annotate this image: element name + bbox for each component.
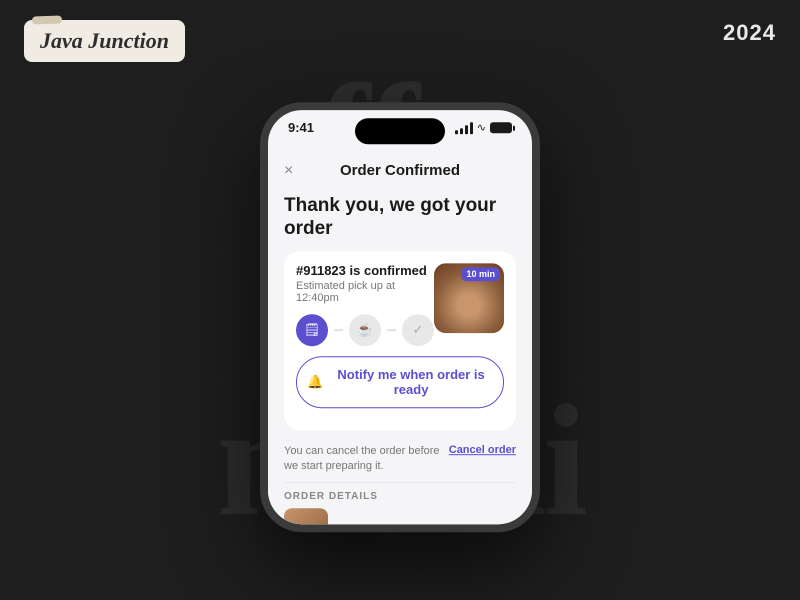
phone-mockup: 9:41 ∿ × Order Confirmed [260, 102, 540, 532]
app-content: Thank you, we got your order #911823 is … [268, 187, 532, 528]
bell-icon: 🔔 [307, 374, 323, 390]
status-icons: ∿ [455, 121, 512, 134]
step-line-2 [387, 329, 396, 331]
order-card: #911823 is confirmed Estimated pick up a… [284, 251, 516, 430]
year-label: 2024 [723, 20, 776, 46]
screen-title: Order Confirmed [340, 162, 460, 179]
app-header: × Order Confirmed [268, 154, 532, 187]
item-price: $ 3.5 [487, 523, 516, 528]
step-line-1 [334, 329, 343, 331]
cancel-info-text: You can cancel the order before we start… [284, 444, 449, 475]
step-order-icon: 🗒 [304, 322, 321, 338]
step-prep: ☕ [349, 314, 381, 346]
dynamic-island [355, 118, 445, 144]
thank-you-heading: Thank you, we got your order [284, 195, 516, 241]
wifi-icon: ∿ [477, 121, 486, 134]
order-number: #911823 is confirmed [296, 263, 434, 278]
cancel-section: You can cancel the order before we start… [284, 440, 516, 484]
notify-button[interactable]: 🔔 Notify me when order is ready [296, 356, 504, 408]
cancel-order-link[interactable]: Cancel order [449, 444, 516, 456]
close-button[interactable]: × [284, 162, 293, 180]
progress-steps: 🗒 ☕ ✓ [296, 314, 434, 346]
logo-badge: Java Junction [24, 20, 185, 62]
phone-screen: × Order Confirmed Thank you, we got your… [268, 154, 532, 528]
step-order: 🗒 [296, 314, 328, 346]
item-name: Cappuccino [336, 523, 479, 528]
step-ready: ✓ [402, 314, 434, 346]
notify-label: Notify me when order is ready [329, 367, 493, 397]
step-ready-icon: ✓ [413, 322, 424, 338]
battery-icon [490, 122, 512, 133]
time-badge: 10 min [461, 267, 500, 281]
header: Java Junction 2024 [0, 0, 800, 82]
order-details-section: ORDER DETAILS Cappuccino $ 3.5 [284, 492, 516, 529]
status-bar-area: 9:41 ∿ [268, 110, 532, 154]
logo-text: Java Junction [40, 28, 169, 53]
phone-frame: 9:41 ∿ × Order Confirmed [260, 102, 540, 532]
order-pickup: Estimated pick up at 12:40pm [296, 280, 434, 304]
status-time: 9:41 [288, 120, 314, 135]
coffee-image: 10 min [434, 263, 504, 333]
order-card-inner: #911823 is confirmed Estimated pick up a… [296, 263, 504, 346]
signal-icon [455, 122, 473, 134]
order-item-row: Cappuccino $ 3.5 [284, 509, 516, 529]
item-thumbnail [284, 509, 328, 529]
order-details-label: ORDER DETAILS [284, 492, 516, 503]
order-info: #911823 is confirmed Estimated pick up a… [296, 263, 434, 346]
step-prep-icon: ☕ [357, 322, 373, 338]
